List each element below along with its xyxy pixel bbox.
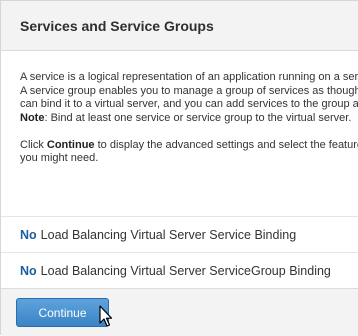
continue-button[interactable]: Continue <box>16 298 109 327</box>
description-block: A service is a logical representation of… <box>20 71 358 166</box>
service-binding-row[interactable]: No Load Balancing Virtual Server Service… <box>1 216 358 252</box>
mouse-pointer-icon <box>99 305 113 327</box>
servicegroup-binding-row[interactable]: No Load Balancing Virtual Server Service… <box>1 252 358 288</box>
instruction-line: Click Continue to display the advanced s… <box>20 139 358 153</box>
note-label: Note <box>20 111 45 124</box>
panel-header: Services and Service Groups <box>1 1 358 51</box>
service-binding-label: Load Balancing Virtual Server Service Bi… <box>40 227 297 242</box>
instruction-line-end: you might need. <box>20 152 99 164</box>
services-panel: Services and Service Groups A service is… <box>0 0 358 336</box>
description-line: can bind it to a virtual server, and you… <box>20 98 358 110</box>
servicegroup-binding-count[interactable]: No <box>20 264 37 278</box>
instruction-continue-word: Continue <box>46 138 95 151</box>
description-line: A service group enables you to manage a … <box>20 84 358 97</box>
instruction-prefix: Click <box>20 138 47 151</box>
description-line: A service is a logical representation of… <box>20 71 358 83</box>
service-binding-count[interactable]: No <box>20 228 37 242</box>
note-line: Note: Bind at least one service or servi… <box>20 112 358 126</box>
servicegroup-binding-label: Load Balancing Virtual Server ServiceGro… <box>40 263 331 278</box>
note-text: : Bind at least one service or service g… <box>44 111 352 124</box>
panel-footer: Continue <box>1 288 358 336</box>
instruction-suffix: to display the advanced settings and sel… <box>94 138 358 151</box>
panel-title: Services and Service Groups <box>20 17 214 34</box>
